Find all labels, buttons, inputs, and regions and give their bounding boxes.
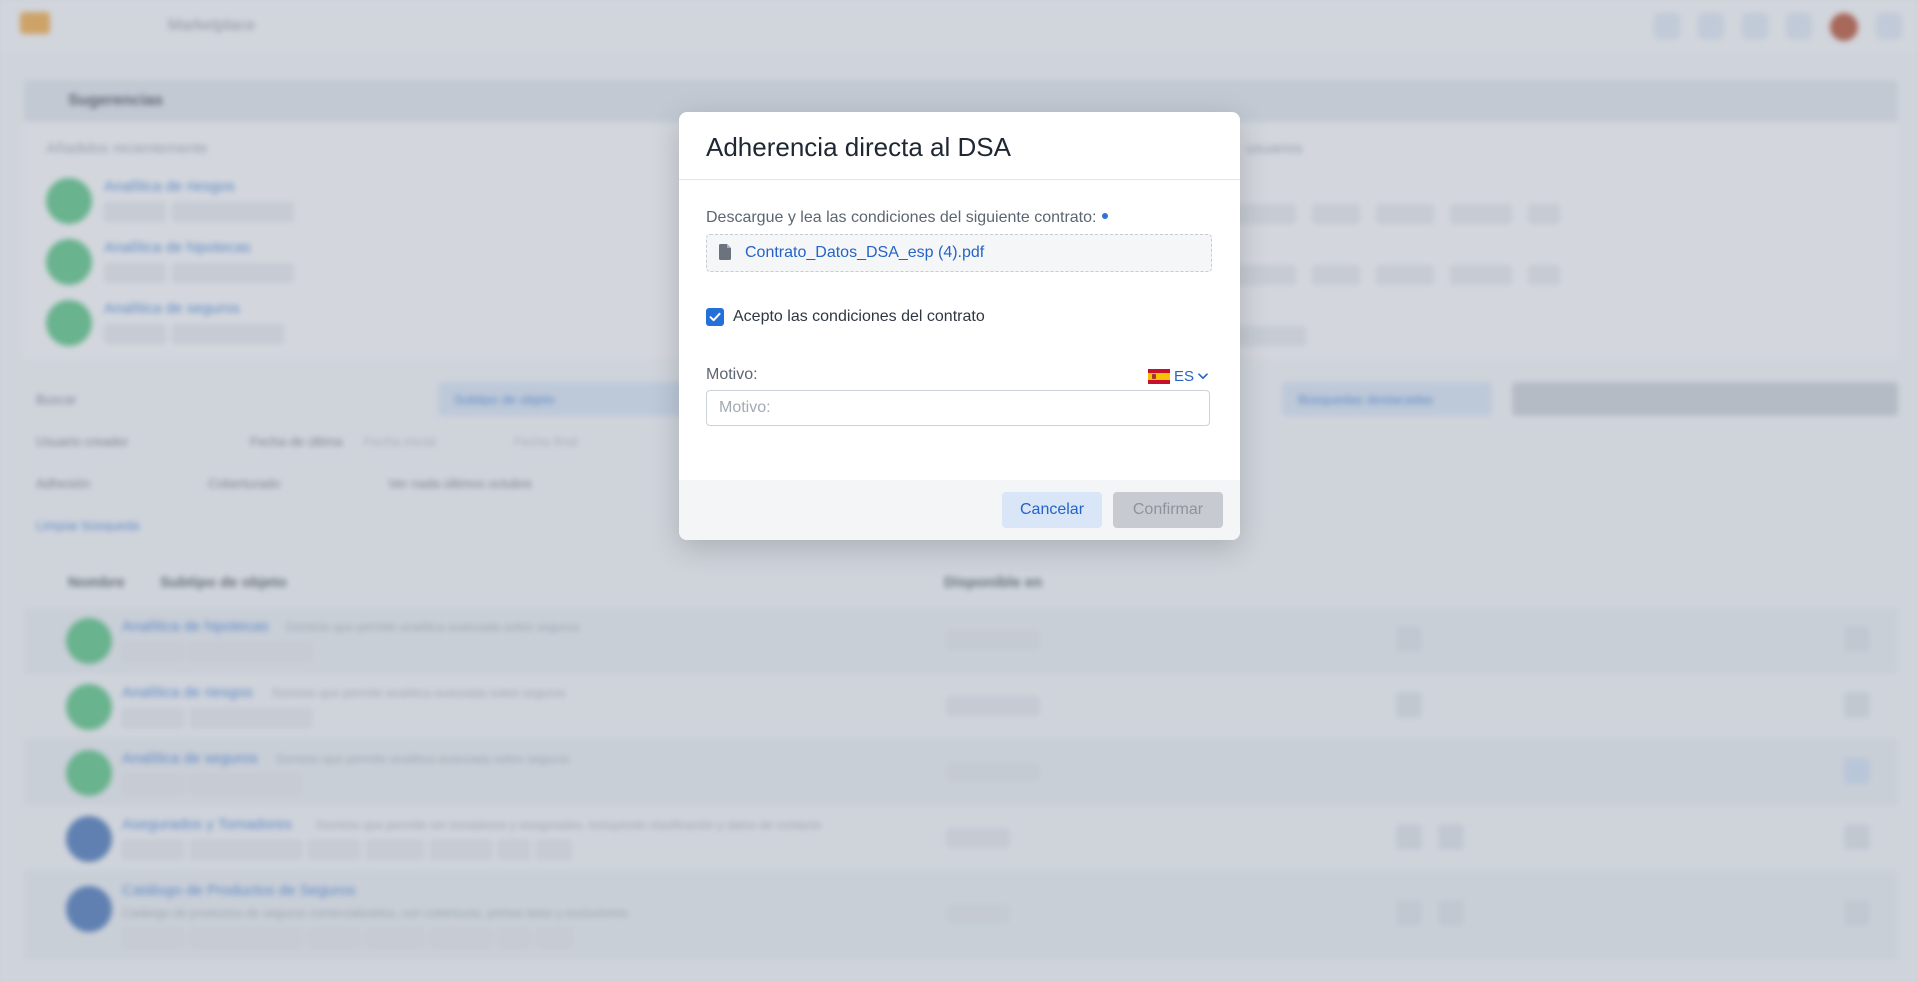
language-code: ES xyxy=(1174,367,1195,385)
reason-input[interactable] xyxy=(706,390,1210,426)
language-selector[interactable]: ES xyxy=(1148,365,1208,387)
confirm-button[interactable]: Confirmar xyxy=(1113,492,1223,528)
accept-conditions-checkbox[interactable] xyxy=(706,308,724,326)
dialog-header: Adherencia directa al DSA xyxy=(679,112,1240,180)
dialog-footer: Cancelar Confirmar xyxy=(679,480,1240,540)
dsa-adherence-dialog: Adherencia directa al DSA Descargue y le… xyxy=(679,112,1240,540)
contract-download-link[interactable]: Contrato_Datos_DSA_esp (4).pdf xyxy=(745,244,984,262)
contract-file-box[interactable]: Contrato_Datos_DSA_esp (4).pdf xyxy=(706,234,1212,272)
dialog-title: Adherencia directa al DSA xyxy=(706,132,1011,162)
required-indicator xyxy=(1102,212,1109,219)
reason-label: Motivo: xyxy=(706,366,758,383)
contract-label: Descargue y lea las condiciones del sigu… xyxy=(706,209,1109,227)
chevron-down-icon xyxy=(1198,372,1208,379)
cancel-button[interactable]: Cancelar xyxy=(1002,492,1102,528)
accept-conditions-label[interactable]: Acepto las condiciones del contrato xyxy=(733,308,985,326)
check-icon xyxy=(709,312,721,322)
spain-flag-icon xyxy=(1148,368,1170,384)
file-icon xyxy=(719,244,731,260)
